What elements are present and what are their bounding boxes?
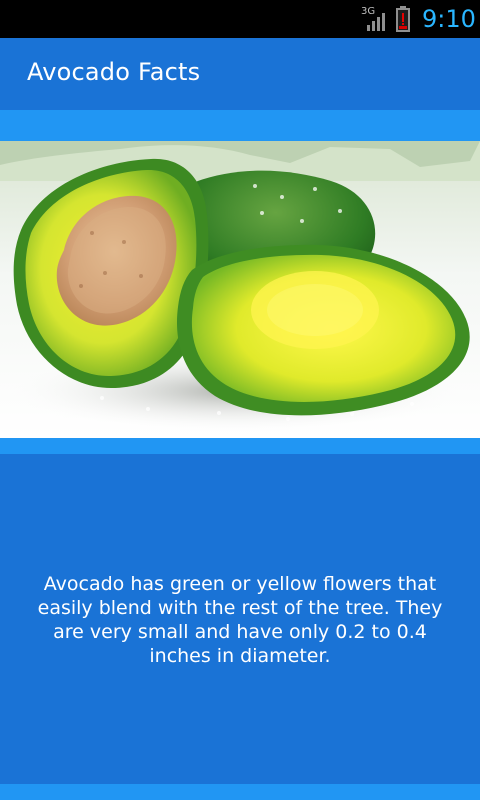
image-bottom-accent [0,438,480,454]
signal-strength-icon [367,13,385,31]
avocado-photo-icon [0,141,480,438]
action-bar: Avocado Facts [0,38,480,110]
avocado-image [0,141,480,438]
header-accent-band [0,110,480,141]
app-title: Avocado Facts [27,58,201,86]
app-screen: 3G 9:10 Avocado Facts Avocado has green … [0,0,480,800]
fact-panel: Avocado has green or yellow flowers that… [0,454,480,784]
battery-alert-icon [396,6,410,32]
status-bar: 3G 9:10 [0,0,480,38]
clock: 9:10 [422,5,476,33]
bottom-accent-strip [0,784,480,800]
fact-text: Avocado has green or yellow flowers that… [37,573,443,667]
